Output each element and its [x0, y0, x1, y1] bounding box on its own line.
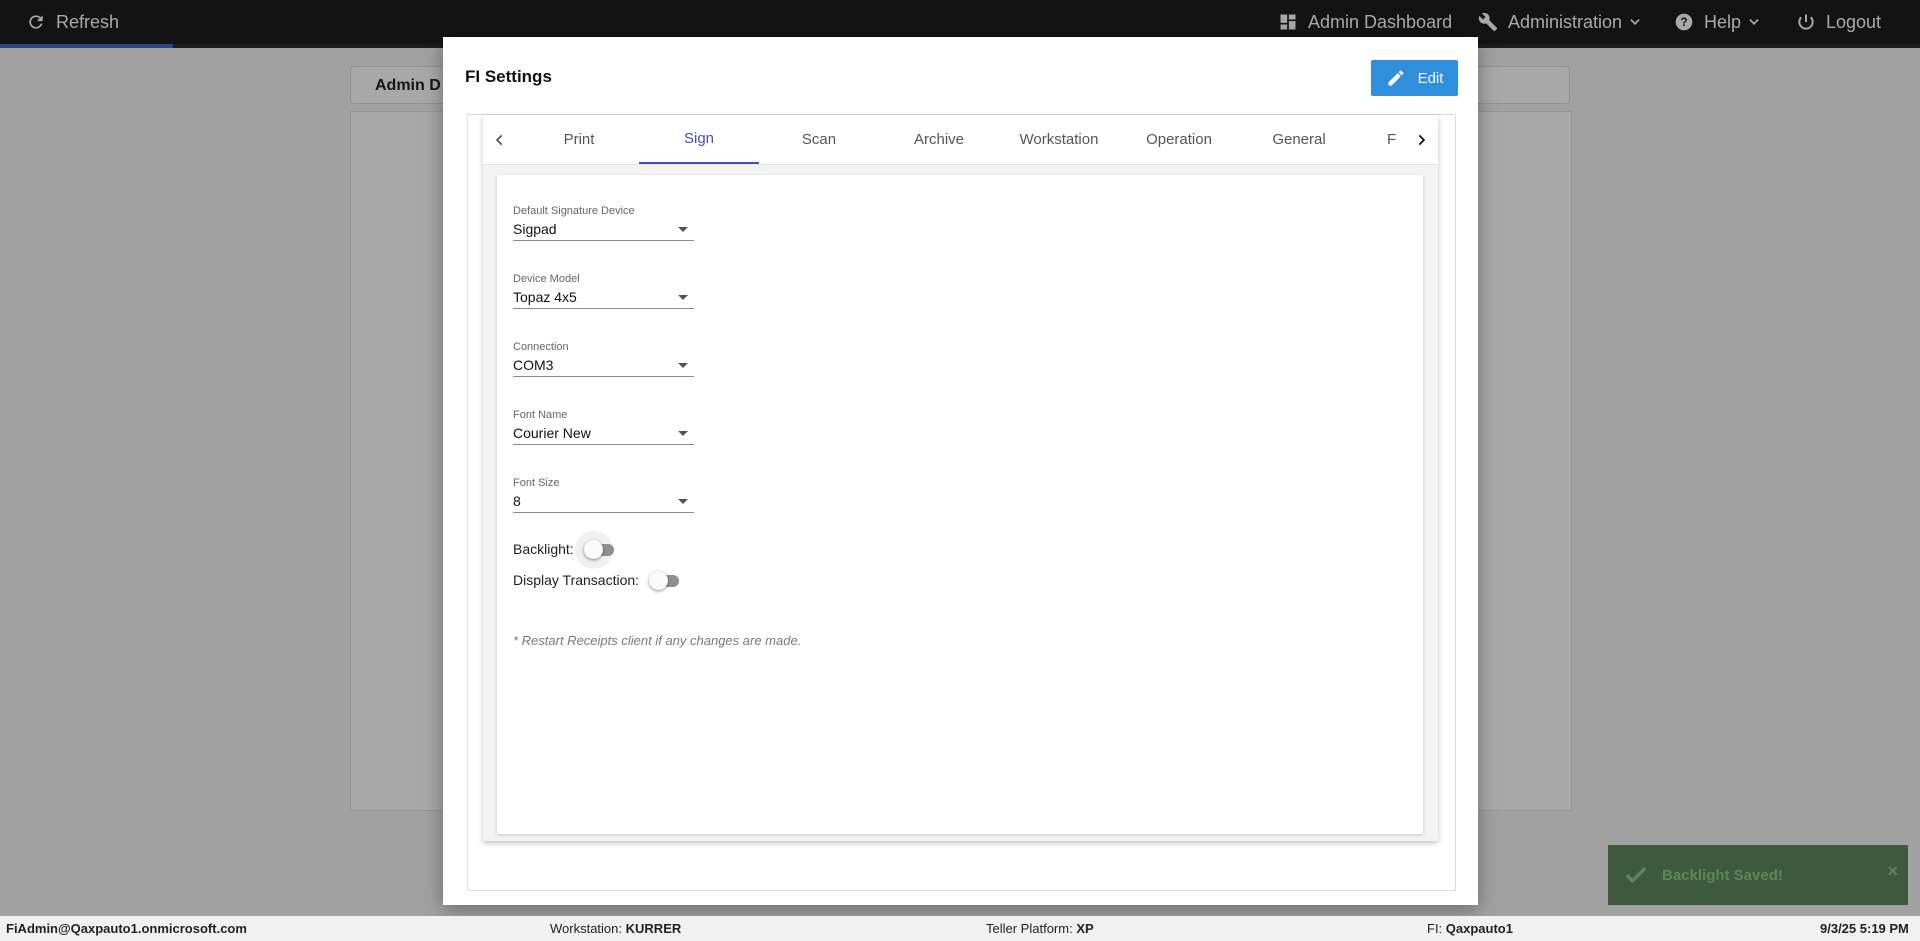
- workstation-value: KURRER: [625, 921, 682, 936]
- status-user: FiAdmin@Qaxpauto1.onmicrosoft.com: [6, 921, 247, 936]
- status-workstation: Workstation: KURRER: [550, 921, 681, 936]
- select-value: Sigpad: [513, 221, 557, 237]
- sign-settings-card: Default Signature Device Sigpad Device M…: [497, 175, 1423, 834]
- settings-tabs: Print Sign Scan Archive Workstation Oper…: [483, 115, 1438, 165]
- check-icon: [1625, 866, 1647, 884]
- field-label: Default Signature Device: [513, 205, 635, 217]
- select-value: Topaz 4x5: [513, 289, 577, 305]
- backlight-label: Backlight:: [513, 541, 574, 557]
- tab-operation[interactable]: Operation: [1119, 115, 1239, 164]
- settings-tab-panel: Print Sign Scan Archive Workstation Oper…: [483, 115, 1438, 841]
- toggle-knob: [649, 571, 669, 590]
- restart-note: * Restart Receipts client if any changes…: [513, 633, 802, 648]
- close-icon[interactable]: ×: [1887, 861, 1898, 882]
- dropdown-arrow-icon: [678, 431, 688, 436]
- connection-field[interactable]: Connection COM3: [513, 341, 694, 377]
- edit-label: Edit: [1417, 69, 1444, 87]
- display-transaction-label: Display Transaction:: [513, 572, 640, 588]
- pencil-icon: [1388, 70, 1404, 86]
- tab-print[interactable]: Print: [519, 115, 639, 164]
- tab-workstation[interactable]: Workstation: [999, 115, 1119, 164]
- workstation-label: Workstation:: [550, 921, 623, 936]
- status-bar: FiAdmin@Qaxpauto1.onmicrosoft.com Workst…: [0, 916, 1920, 941]
- notification-toast: Backlight Saved! ×: [1608, 845, 1908, 905]
- display-transaction-toggle[interactable]: [649, 570, 683, 590]
- chevron-left-icon: [495, 134, 503, 145]
- dialog-header: [467, 57, 1454, 115]
- dropdown-arrow-icon: [678, 499, 688, 504]
- device-model-select[interactable]: Topaz 4x5: [513, 287, 694, 309]
- device-model-field[interactable]: Device Model Topaz 4x5: [513, 273, 694, 309]
- dropdown-arrow-icon: [678, 295, 688, 300]
- tab-sign[interactable]: Sign: [639, 115, 759, 164]
- tab-partial[interactable]: F: [1359, 115, 1405, 164]
- status-datetime: 9/3/25 5:19 PM: [1820, 921, 1909, 936]
- font-name-select[interactable]: Courier New: [513, 423, 694, 445]
- select-value: Courier New: [513, 425, 591, 441]
- font-size-field[interactable]: Font Size 8: [513, 477, 694, 513]
- fi-label: FI:: [1427, 921, 1443, 936]
- default-signature-device-select[interactable]: Sigpad: [513, 219, 694, 241]
- tab-scan[interactable]: Scan: [759, 115, 879, 164]
- status-platform: Teller Platform: XP: [986, 921, 1094, 936]
- display-transaction-row: Display Transaction:: [513, 570, 683, 590]
- tab-scroll-left-button[interactable]: [483, 115, 517, 164]
- platform-label: Teller Platform:: [986, 921, 1073, 936]
- toggle-knob: [583, 540, 603, 559]
- font-name-field[interactable]: Font Name Courier New: [513, 409, 694, 445]
- backlight-toggle[interactable]: [574, 531, 618, 569]
- select-value: COM3: [513, 357, 554, 373]
- dropdown-arrow-icon: [678, 227, 688, 232]
- field-label: Device Model: [513, 273, 580, 285]
- tab-archive[interactable]: Archive: [879, 115, 999, 164]
- backlight-row: Backlight:: [513, 531, 618, 569]
- status-fi: FI: Qaxpauto1: [1427, 921, 1513, 936]
- tab-scroll-right-button[interactable]: [1404, 115, 1438, 164]
- fi-settings-dialog: FI Settings Edit Print Sign Scan Archive…: [443, 37, 1478, 905]
- field-label: Connection: [513, 341, 569, 353]
- fi-value: Qaxpauto1: [1445, 921, 1513, 936]
- font-size-select[interactable]: 8: [513, 491, 694, 513]
- edit-button[interactable]: Edit: [1371, 60, 1458, 96]
- platform-value: XP: [1076, 921, 1094, 936]
- connection-select[interactable]: COM3: [513, 355, 694, 377]
- dropdown-arrow-icon: [678, 363, 688, 368]
- chevron-right-icon: [1418, 134, 1426, 145]
- select-value: 8: [513, 493, 521, 509]
- field-label: Font Size: [513, 477, 560, 489]
- default-signature-device-field[interactable]: Default Signature Device Sigpad: [513, 205, 694, 241]
- dialog-title: FI Settings: [465, 67, 552, 86]
- tab-general[interactable]: General: [1239, 115, 1359, 164]
- field-label: Font Name: [513, 409, 568, 421]
- toast-message: Backlight Saved!: [1662, 866, 1783, 884]
